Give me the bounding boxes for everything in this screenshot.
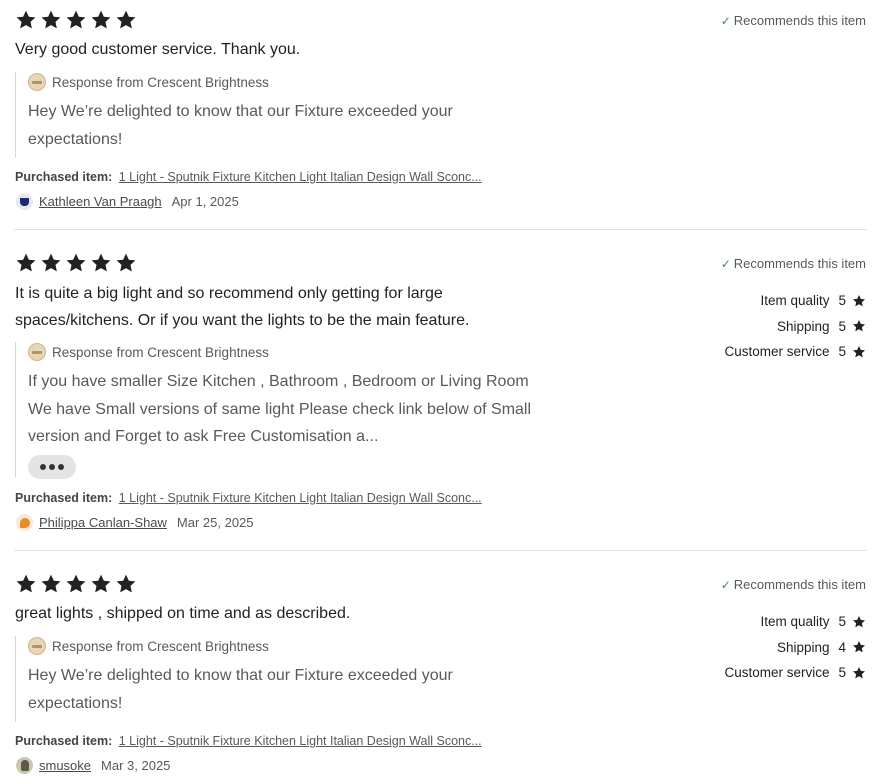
rating-value: 5 [838, 665, 846, 681]
recommends-label: Recommends this item [733, 256, 866, 271]
star-rating [14, 9, 138, 31]
recommends-badge: ✓ Recommends this item [721, 13, 866, 28]
rating-row: Customer service 5 [724, 339, 866, 365]
review-date: Mar 3, 2025 [101, 758, 171, 773]
reviewer-name[interactable]: smusoke [39, 758, 91, 773]
review-card: ✓ Recommends this item great lights , sh… [0, 564, 885, 784]
seller-response: Response from Crescent Brightness Hey We… [15, 636, 535, 722]
rating-value: 5 [838, 318, 846, 334]
star-rating [14, 252, 138, 274]
rating-label: Shipping [776, 318, 830, 334]
star-icon [66, 574, 86, 593]
shop-avatar [28, 73, 46, 91]
recommends-label: Recommends this item [733, 577, 866, 592]
response-text: Hey We’re delighted to know that our Fix… [28, 103, 453, 148]
review-text: great lights , shipped on time and as de… [15, 605, 351, 622]
review-text: Very good customer service. Thank you. [15, 41, 301, 58]
reviewer-info: smusoke Mar 3, 2025 [16, 757, 170, 774]
reviewer-info: Kathleen Van Praagh Apr 1, 2025 [16, 193, 239, 210]
rating-value: 4 [838, 639, 846, 655]
star-icon [66, 253, 86, 272]
star-icon [116, 253, 136, 272]
seller-response: Response from Crescent Brightness If you… [15, 342, 535, 479]
check-icon: ✓ [720, 256, 731, 271]
check-icon: ✓ [720, 577, 731, 592]
review-card: ✓ Recommends this item Very good custome… [0, 0, 885, 230]
star-icon [91, 10, 111, 29]
reviewer-info: Philippa Canlan-Shaw Mar 25, 2025 [16, 514, 254, 531]
purchased-label: Purchased item: [15, 491, 113, 505]
rating-row: Shipping 4 [724, 635, 866, 661]
rating-row: Customer service 5 [724, 660, 866, 686]
recommends-badge: ✓ Recommends this item [721, 577, 866, 592]
rating-value: 5 [838, 344, 846, 360]
response-text: If you have smaller Size Kitchen , Bathr… [28, 373, 532, 445]
recommends-label: Recommends this item [733, 13, 866, 28]
shop-avatar [28, 637, 46, 655]
rating-row: Item quality 5 [724, 609, 866, 635]
seller-response: Response from Crescent Brightness Hey We… [15, 72, 535, 158]
rating-label: Item quality [760, 293, 830, 309]
shop-avatar [28, 343, 46, 361]
purchased-item: Purchased item: 1 Light - Sputnik Fixtur… [15, 170, 482, 184]
avatar[interactable] [16, 193, 33, 210]
rating-row: Item quality 5 [724, 288, 866, 314]
star-icon [116, 574, 136, 593]
response-label: Response from Crescent Brightness [52, 74, 269, 90]
star-icon [91, 253, 111, 272]
star-icon [66, 10, 86, 29]
star-rating [14, 573, 138, 595]
star-icon [852, 345, 866, 358]
star-icon [41, 253, 61, 272]
star-icon [852, 320, 866, 332]
star-icon [852, 615, 866, 628]
purchased-item: Purchased item: 1 Light - Sputnik Fixtur… [15, 491, 482, 505]
response-label: Response from Crescent Brightness [52, 344, 269, 360]
star-icon [16, 574, 36, 593]
star-icon [852, 666, 866, 679]
check-icon: ✓ [720, 13, 731, 28]
rating-label: Shipping [776, 639, 830, 655]
purchased-item-link[interactable]: 1 Light - Sputnik Fixture Kitchen Light … [119, 491, 482, 505]
avatar[interactable] [16, 514, 33, 531]
divider [14, 550, 867, 551]
purchased-item-link[interactable]: 1 Light - Sputnik Fixture Kitchen Light … [119, 170, 482, 184]
star-icon [16, 253, 36, 272]
rating-row: Shipping 5 [724, 314, 866, 340]
more-options-icon [40, 463, 46, 470]
purchased-label: Purchased item: [15, 170, 113, 184]
star-icon [852, 294, 866, 307]
rating-value: 5 [838, 614, 846, 630]
rating-breakdown: Item quality 5 Shipping 5 Customer servi… [724, 288, 866, 365]
star-icon [41, 10, 61, 29]
rating-label: Item quality [760, 614, 830, 630]
recommends-badge: ✓ Recommends this item [721, 256, 866, 271]
review-date: Apr 1, 2025 [171, 194, 239, 209]
review-date: Mar 25, 2025 [176, 515, 254, 530]
star-icon [91, 574, 111, 593]
star-icon [116, 10, 136, 29]
star-icon [852, 641, 866, 653]
reviewer-name[interactable]: Philippa Canlan-Shaw [39, 515, 167, 530]
rating-breakdown: Item quality 5 Shipping 4 Customer servi… [724, 609, 866, 686]
response-text: Hey We’re delighted to know that our Fix… [28, 667, 453, 712]
more-options-button[interactable] [28, 454, 76, 479]
purchased-label: Purchased item: [15, 734, 113, 748]
reviewer-name[interactable]: Kathleen Van Praagh [39, 194, 162, 209]
purchased-item-link[interactable]: 1 Light - Sputnik Fixture Kitchen Light … [119, 734, 482, 748]
divider [14, 229, 867, 230]
star-icon [41, 574, 61, 593]
review-card: ✓ Recommends this item It is quite a big… [0, 243, 885, 550]
rating-label: Customer service [724, 344, 830, 360]
rating-value: 5 [838, 293, 846, 309]
response-label: Response from Crescent Brightness [52, 638, 269, 654]
review-text: It is quite a big light and so recommend… [15, 285, 470, 329]
star-icon [16, 10, 36, 29]
avatar[interactable] [16, 757, 33, 774]
purchased-item: Purchased item: 1 Light - Sputnik Fixtur… [15, 734, 482, 748]
rating-label: Customer service [724, 665, 830, 681]
